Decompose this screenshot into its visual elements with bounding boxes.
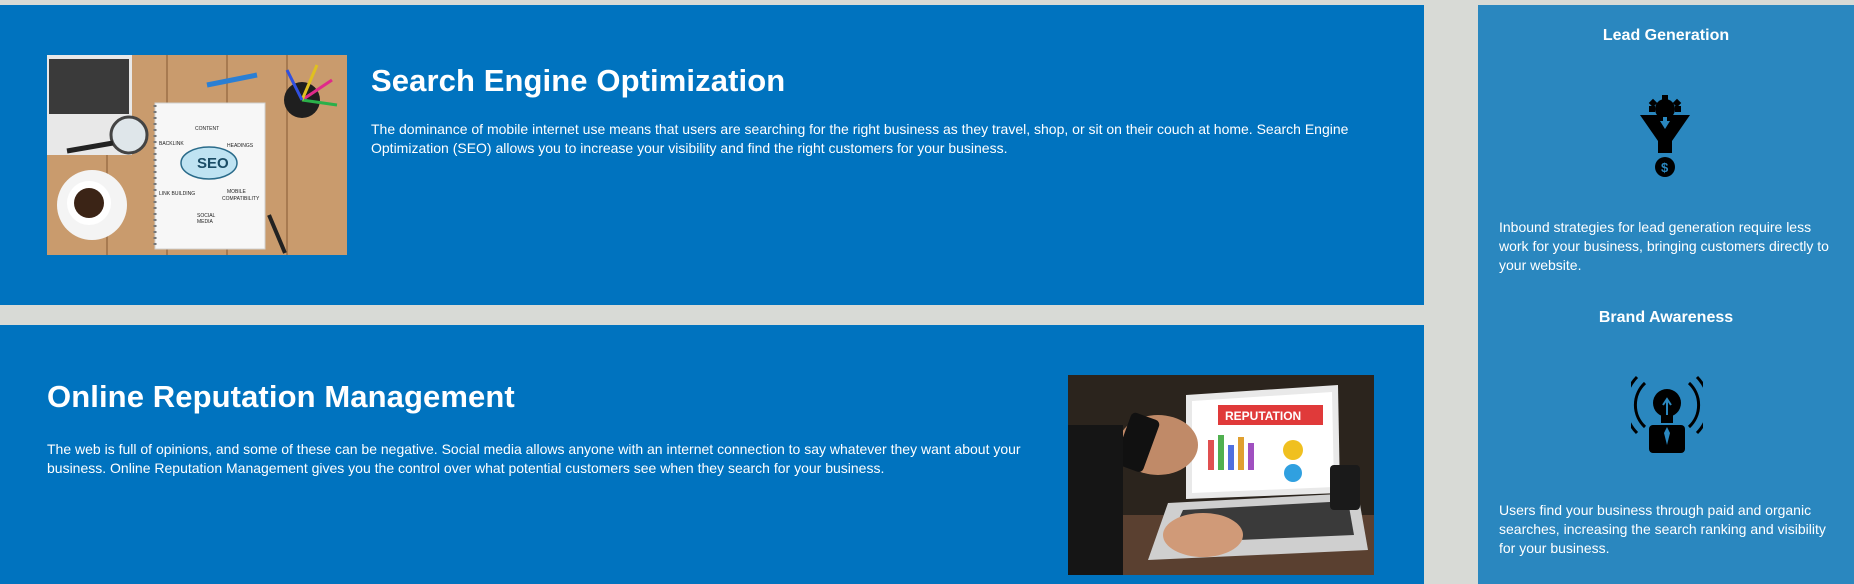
seo-panel: SEO CONTENT BACKLINK HEADINGS LINK BUILD… — [0, 5, 1424, 305]
photo-label-backlink: BACKLINK — [159, 141, 184, 147]
lead-generation-title: Lead Generation — [1602, 27, 1730, 44]
photo-label-compatibility: COMPATIBILITY — [222, 196, 260, 202]
photo-label-link-building: LINK BUILDING — [159, 191, 195, 197]
svg-text:$: $ — [1661, 160, 1669, 175]
seo-title: Search Engine Optimization — [371, 63, 786, 98]
orm-panel: Online Reputation Management The web is … — [0, 325, 1424, 584]
lead-generation-text: Inbound strategies for lead generation r… — [1499, 219, 1829, 273]
reputation-label: REPUTATION — [1225, 409, 1301, 423]
brand-awareness-text: Users find your business through paid an… — [1499, 502, 1826, 556]
orm-title: Online Reputation Management — [47, 379, 515, 414]
lightbulb-broadcast-icon — [1624, 375, 1710, 455]
gear-funnel-dollar-icon: $ — [1636, 95, 1694, 179]
photo-label-mobile: MOBILE — [227, 189, 247, 195]
orm-photo-illustration: REPUTATION — [1068, 375, 1374, 575]
brand-awareness-title: Brand Awareness — [1598, 309, 1734, 326]
orm-description: The web is full of opinions, and some of… — [47, 441, 1021, 476]
photo-label-content: CONTENT — [195, 126, 219, 132]
orm-photo: REPUTATION — [1068, 375, 1374, 575]
seo-photo: SEO CONTENT BACKLINK HEADINGS LINK BUILD… — [47, 55, 347, 255]
seo-photo-illustration: SEO CONTENT BACKLINK HEADINGS LINK BUILD… — [47, 55, 347, 255]
photo-label-headings: HEADINGS — [227, 143, 254, 149]
sidebar: Lead Generation $ Inbound strategies for… — [1478, 5, 1854, 584]
seo-photo-label: SEO — [197, 155, 229, 172]
seo-description: The dominance of mobile internet use mea… — [371, 121, 1349, 156]
photo-label-media: MEDIA — [197, 219, 214, 225]
